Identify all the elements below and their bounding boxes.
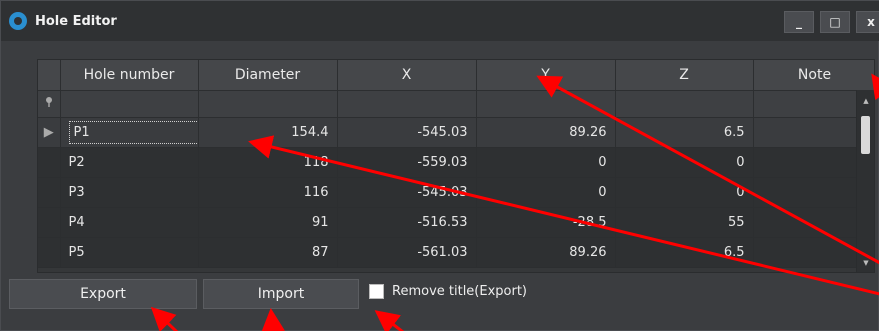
row-pointer-icon[interactable]: ▶: [38, 117, 61, 148]
remove-title-label: Remove title(Export): [392, 284, 528, 299]
filter-row: [38, 90, 874, 118]
header-z[interactable]: Z: [615, 60, 754, 91]
export-button[interactable]: Export: [9, 279, 197, 309]
cell-hole-number[interactable]: P2: [60, 147, 199, 178]
header-x[interactable]: X: [337, 60, 477, 91]
minimize-button[interactable]: _: [784, 11, 814, 33]
cell-diameter[interactable]: 118: [198, 147, 338, 178]
maximize-button[interactable]: □: [820, 11, 850, 33]
filter-cell-y[interactable]: [476, 90, 616, 118]
vertical-scrollbar[interactable]: ▲ ▼: [856, 90, 874, 272]
cell-y[interactable]: 0: [476, 147, 616, 178]
cell-diameter[interactable]: 116: [198, 177, 338, 208]
cell-x[interactable]: -516.53: [337, 207, 477, 238]
hole-table: Hole number Diameter X Y Z Note ▶ P1 154…: [38, 60, 874, 268]
header-note[interactable]: Note: [753, 60, 874, 91]
table-row[interactable]: P5 87 -561.03 89.26 6.5: [38, 237, 874, 268]
window-controls: _ □ x: [784, 11, 879, 33]
cell-y[interactable]: 89.26: [476, 237, 616, 268]
scroll-down-icon[interactable]: ▼: [857, 256, 874, 270]
cell-hole-number[interactable]: P3: [60, 177, 199, 208]
header-y[interactable]: Y: [476, 60, 616, 91]
cell-x[interactable]: -559.03: [337, 147, 477, 178]
import-button[interactable]: Import: [203, 279, 359, 309]
cell-x[interactable]: -545.03: [337, 177, 477, 208]
filter-cell-hole-number[interactable]: [60, 90, 199, 118]
arrow-to-export-button: [150, 306, 179, 331]
row-indicator[interactable]: [38, 147, 61, 178]
table-row[interactable]: P4 91 -516.53 -28.5 55: [38, 207, 874, 238]
header-indicator: [38, 60, 61, 91]
cell-z[interactable]: 0: [615, 177, 754, 208]
row-indicator[interactable]: [38, 237, 61, 268]
scroll-up-icon[interactable]: ▲: [857, 94, 874, 108]
pin-icon: [38, 90, 61, 118]
row-indicator[interactable]: [38, 207, 61, 238]
hole-grid[interactable]: Hole number Diameter X Y Z Note ▶ P1 154…: [37, 59, 875, 273]
cell-x[interactable]: -545.03: [337, 117, 477, 148]
cell-x[interactable]: -561.03: [337, 237, 477, 268]
remove-title-option[interactable]: Remove title(Export): [369, 284, 527, 299]
hole-editor-window: Hole Editor _ □ x Hole number Diameter X…: [0, 0, 879, 331]
header-hole-number[interactable]: Hole number: [60, 60, 199, 91]
cell-diameter[interactable]: 87: [198, 237, 338, 268]
cell-y[interactable]: 0: [476, 177, 616, 208]
header-diameter[interactable]: Diameter: [198, 60, 338, 91]
filter-cell-diameter[interactable]: [198, 90, 338, 118]
table-row[interactable]: P2 118 -559.03 0 0: [38, 147, 874, 178]
cell-y[interactable]: -28.5: [476, 207, 616, 238]
cell-hole-number[interactable]: P5: [60, 237, 199, 268]
title-bar: Hole Editor _ □ x: [1, 1, 879, 41]
scroll-thumb[interactable]: [861, 116, 870, 154]
close-button[interactable]: x: [856, 11, 879, 33]
cell-z[interactable]: 6.5: [615, 117, 754, 148]
window-title: Hole Editor: [35, 13, 117, 29]
arrow-to-import-button: [261, 308, 285, 331]
table-row[interactable]: ▶ P1 154.4 -545.03 89.26 6.5: [38, 117, 874, 148]
focused-cell-text[interactable]: P1: [68, 120, 197, 144]
arrow-to-checkbox: [374, 310, 404, 331]
cell-z[interactable]: 0: [615, 147, 754, 178]
cell-z[interactable]: 55: [615, 207, 754, 238]
row-indicator[interactable]: [38, 177, 61, 208]
table-row[interactable]: P3 116 -545.03 0 0: [38, 177, 874, 208]
cell-diameter[interactable]: 91: [198, 207, 338, 238]
remove-title-checkbox[interactable]: [369, 284, 384, 299]
cell-hole-number[interactable]: P1: [60, 117, 199, 148]
header-row: Hole number Diameter X Y Z Note: [38, 60, 874, 91]
app-logo-icon: [9, 12, 27, 30]
filter-cell-x[interactable]: [337, 90, 477, 118]
cell-z[interactable]: 6.5: [615, 237, 754, 268]
filter-cell-z[interactable]: [615, 90, 754, 118]
cell-diameter[interactable]: 154.4: [198, 117, 338, 148]
cell-hole-number[interactable]: P4: [60, 207, 199, 238]
cell-y[interactable]: 89.26: [476, 117, 616, 148]
